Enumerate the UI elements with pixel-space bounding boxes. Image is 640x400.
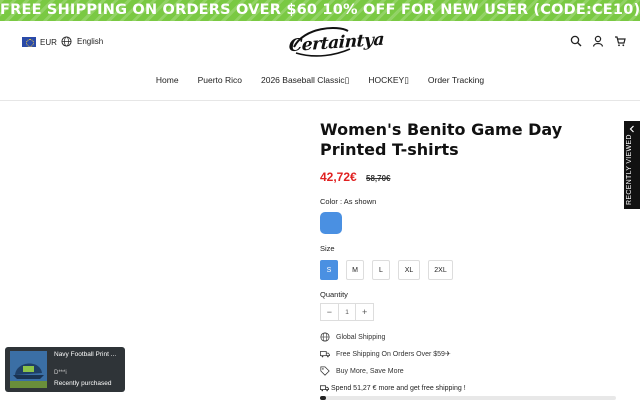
currency-selector[interactable]: EUR <box>22 37 57 47</box>
account-icon[interactable] <box>592 35 604 47</box>
quantity-decrease-button[interactable]: − <box>321 304 338 320</box>
size-label: Size <box>320 244 335 253</box>
header-divider <box>0 100 640 101</box>
feature-buy-more-text: Buy More, Save More <box>336 367 404 375</box>
header-actions <box>570 35 626 47</box>
tag-icon <box>320 366 330 376</box>
color-label: Color : As shown <box>320 197 377 206</box>
language-selector[interactable]: English <box>61 36 103 47</box>
nav-item-baseball-classic[interactable]: 2026 Baseball Classic▯ <box>261 75 349 91</box>
main-nav: Home Puerto Rico 2026 Baseball Classic▯ … <box>0 75 640 91</box>
truck-icon <box>320 385 329 392</box>
original-price: 58,70€ <box>366 174 391 183</box>
sale-price: 42,72€ <box>320 170 357 184</box>
free-shipping-progress-text: Spend 51,27 € more and get free shipping… <box>320 384 466 392</box>
size-option-2xl[interactable]: 2XL <box>428 260 453 280</box>
truck-icon <box>320 351 330 358</box>
feature-buy-more: Buy More, Save More <box>320 366 404 376</box>
popup-status: Recently purchased <box>54 380 112 387</box>
feature-global-text: Global Shipping <box>336 333 386 341</box>
language-label: English <box>77 37 104 46</box>
quantity-label: Quantity <box>320 290 348 299</box>
recently-viewed-label: RECENTLY VIEWED <box>626 134 633 205</box>
quantity-stepper: − 1 + <box>320 303 374 321</box>
feature-global-shipping: Global Shipping <box>320 332 385 342</box>
color-swatch-as-shown[interactable] <box>320 212 342 234</box>
globe-icon <box>320 332 330 342</box>
size-option-l[interactable]: L <box>372 260 390 280</box>
size-option-xl[interactable]: XL <box>398 260 420 280</box>
popup-product-title: Navy Football Print ... <box>54 351 117 358</box>
quantity-increase-button[interactable]: + <box>356 304 373 320</box>
nav-item-order-tracking[interactable]: Order Tracking <box>428 75 484 91</box>
feature-free-text: Free Shipping On Orders Over $59✈ <box>336 351 451 358</box>
currency-label: EUR <box>40 37 57 47</box>
cart-icon[interactable] <box>614 35 626 47</box>
site-logo[interactable]: Certaintya <box>286 23 384 63</box>
cap-image-icon <box>10 351 47 388</box>
eu-flag-icon <box>22 37 36 47</box>
product-thumbnail <box>10 351 47 388</box>
promo-banner: FREE SHIPPING ON ORDERS OVER $60 10% OFF… <box>0 0 640 21</box>
size-option-m[interactable]: M <box>346 260 364 280</box>
site-header: EUR English Certaintya <box>0 21 640 67</box>
popup-buyer: D***i <box>54 370 67 376</box>
chevron-left-icon <box>629 125 634 133</box>
nav-item-hockey[interactable]: HOCKEY▯ <box>368 75 409 91</box>
size-option-s[interactable]: S <box>320 260 338 280</box>
size-options: S M L XL 2XL <box>320 260 453 280</box>
quantity-input[interactable]: 1 <box>337 304 357 320</box>
free-shipping-progress-bar <box>320 396 616 400</box>
product-title: Women's Benito Game Day Printed T-shirts <box>320 120 563 159</box>
progress-fill <box>320 396 326 400</box>
nav-item-puerto-rico[interactable]: Puerto Rico <box>198 75 242 91</box>
globe-icon <box>61 36 72 47</box>
recently-viewed-tab[interactable]: RECENTLY VIEWED <box>624 121 640 209</box>
feature-free-shipping: Free Shipping On Orders Over $59✈ <box>320 349 451 359</box>
search-icon[interactable] <box>570 35 582 47</box>
spend-message: Spend 51,27 € more and get free shipping… <box>331 384 466 392</box>
nav-item-home[interactable]: Home <box>156 75 179 91</box>
recent-purchase-popup[interactable]: Navy Football Print ... D***i Recently p… <box>5 347 125 392</box>
